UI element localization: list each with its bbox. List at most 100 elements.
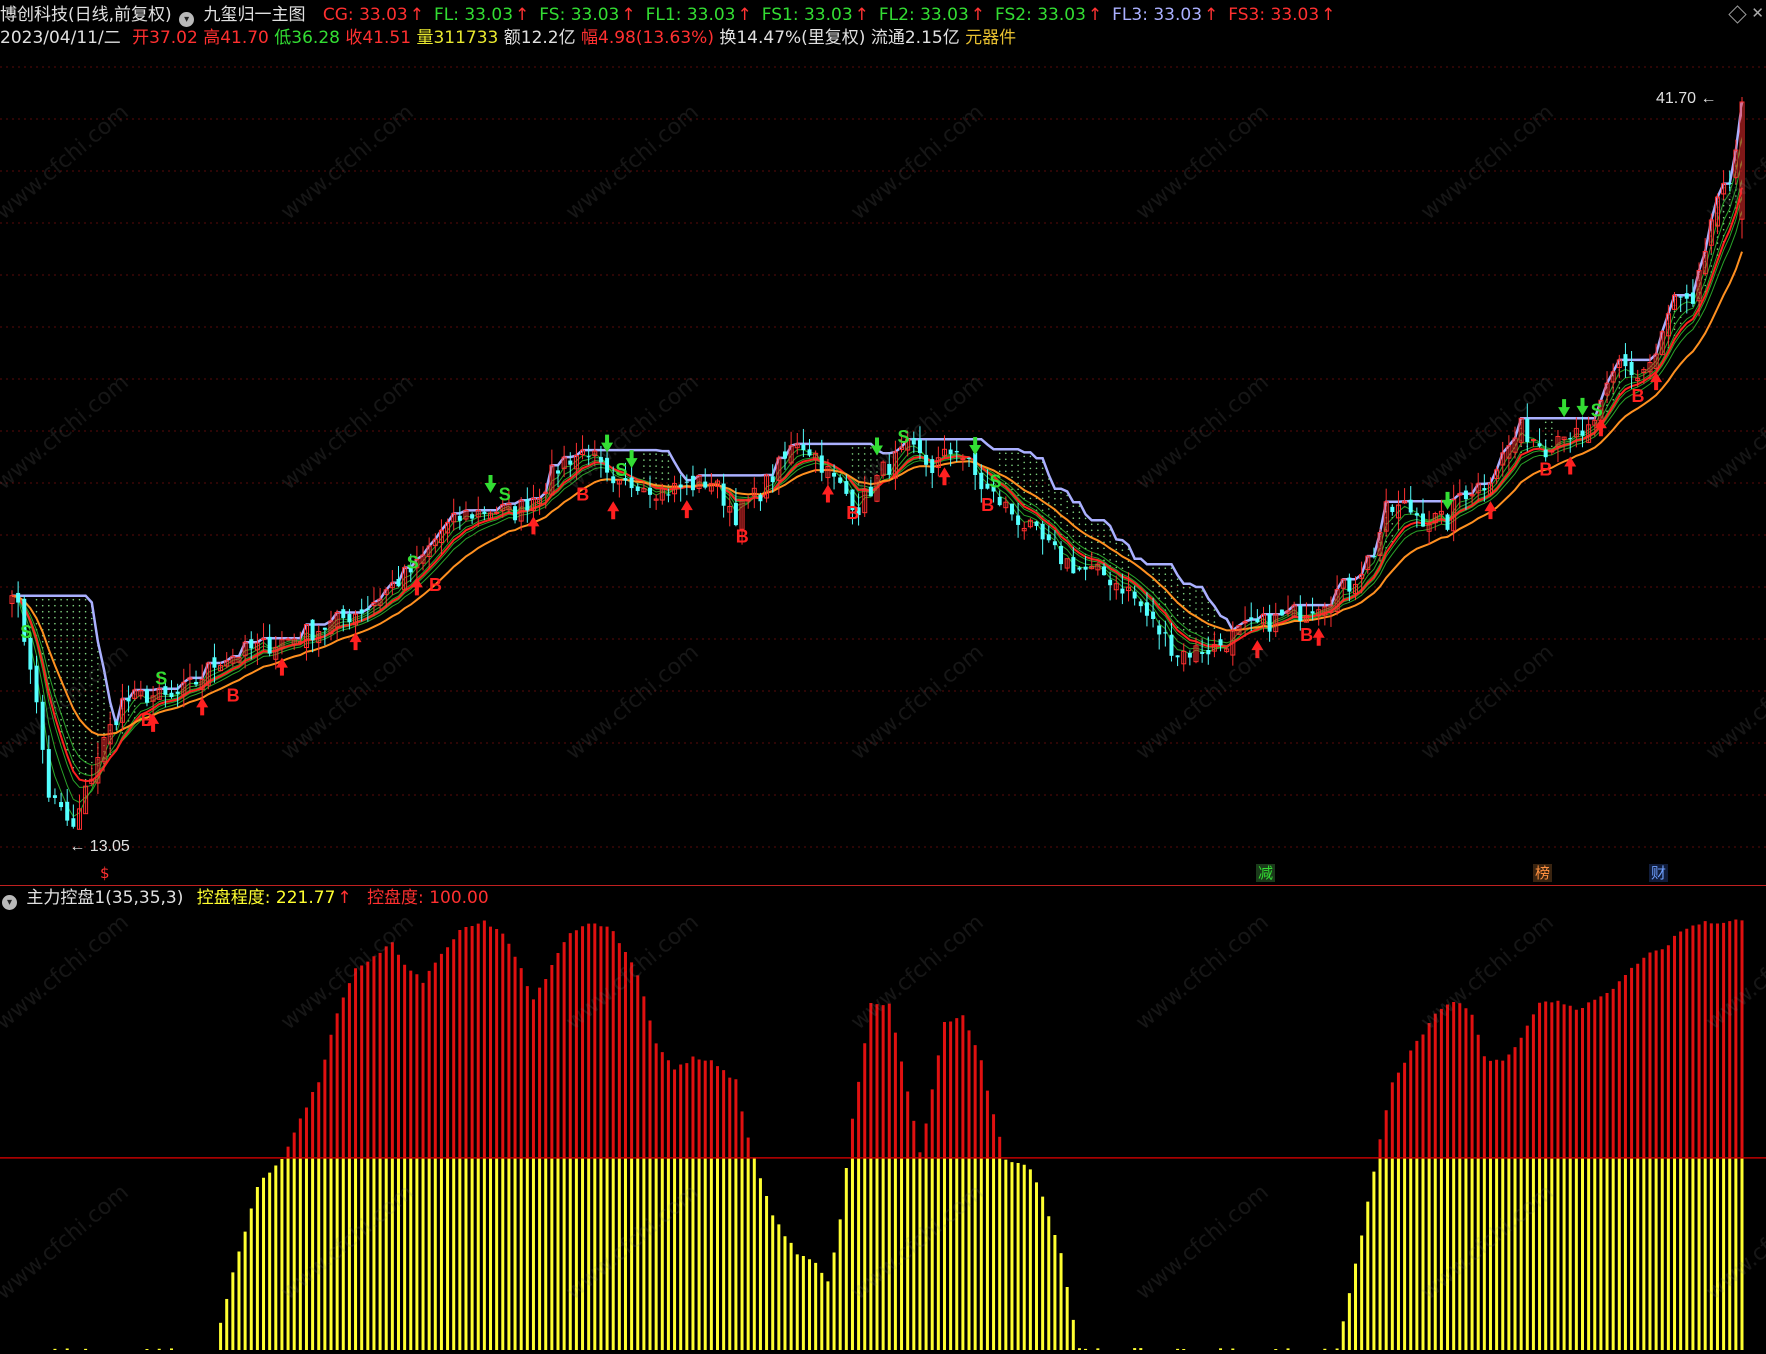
formula-dropdown-icon[interactable]: ▾ <box>179 12 195 27</box>
ribbon-dot <box>84 694 87 697</box>
ribbon-dot <box>1201 638 1203 640</box>
candle-body <box>1077 567 1082 570</box>
ribbon-dot <box>1078 511 1081 513</box>
ribbon-dot <box>1176 608 1179 610</box>
ribbon-dot <box>1391 523 1394 525</box>
candle-body <box>924 454 929 465</box>
ribbon-dot <box>1090 523 1093 526</box>
candle-body <box>917 439 922 454</box>
event-marker-reduce[interactable]: 减 <box>1256 864 1276 882</box>
ribbon-dot <box>72 682 75 685</box>
ribbon-dot <box>649 453 651 455</box>
ribbon-dot <box>91 671 93 674</box>
ribbon-dot <box>97 675 99 677</box>
ribbon-dot <box>1189 586 1191 589</box>
formula-name[interactable]: 九玺归一主图 <box>203 5 305 25</box>
event-marker-dollar[interactable]: $ <box>98 864 112 882</box>
panel-divider[interactable] <box>0 885 1766 886</box>
ribbon-dot <box>1189 622 1191 625</box>
ribbon-dot <box>54 604 56 607</box>
candle-body <box>59 802 64 808</box>
ribbon-dot <box>84 670 87 673</box>
ribbon-dot <box>870 471 872 473</box>
open-value: 37.02 <box>149 28 198 48</box>
ribbon-dot <box>1551 439 1553 442</box>
candle-body <box>887 463 892 475</box>
low-label: 低 <box>274 28 292 48</box>
candle-body <box>1138 601 1143 607</box>
sub-panel-name[interactable]: 主力控盘1(35,35,3) <box>26 888 183 908</box>
ribbon-dot <box>1152 585 1154 587</box>
candle-body <box>285 638 291 641</box>
header-bar: 博创科技(日线,前复权) ▾ 九玺归一主图 CG: 33.03 ↑ FL: 33.0… <box>0 4 1345 27</box>
ribbon-dot <box>1029 485 1032 488</box>
up-arrow-icon <box>1251 640 1264 659</box>
candle-body <box>1530 439 1536 442</box>
ribbon-dot <box>1195 590 1197 592</box>
ribbon-dot <box>1728 210 1731 213</box>
ribbon-dot <box>1041 497 1044 500</box>
event-marker-rank[interactable]: 榜 <box>1533 864 1553 882</box>
ribbon-dot <box>1207 625 1210 628</box>
down-arrow-icon <box>625 450 638 469</box>
ribbon-dot <box>643 453 645 455</box>
candle-body <box>1040 523 1045 540</box>
candle-body <box>194 681 199 685</box>
ribbon-dot <box>91 737 93 740</box>
candle-body <box>365 608 370 610</box>
up-arrow-icon: ↑ <box>854 5 869 25</box>
sector-link[interactable]: 元器件 <box>965 28 1016 48</box>
ribbon-dot <box>66 724 68 727</box>
ribbon-dot <box>66 688 68 691</box>
ribbon-dot <box>1109 541 1111 543</box>
ribbon-dot <box>60 628 62 631</box>
stock-title[interactable]: 博创科技(日线,前复权) <box>0 5 172 25</box>
ribbon-dot <box>1722 216 1725 219</box>
ribbon-dot <box>1170 579 1173 581</box>
up-arrow-icon <box>410 577 423 596</box>
ribbon-dot <box>1551 445 1553 448</box>
ribbon-dot <box>1213 627 1216 629</box>
ribbon-dot <box>1170 591 1173 593</box>
ribbon-dot <box>35 604 38 607</box>
ribbon-dot <box>1213 615 1216 617</box>
ribbon-dot <box>1176 584 1179 586</box>
close-icon[interactable]: ✕ <box>1751 4 1764 22</box>
ribbon-dot <box>1060 503 1062 506</box>
ribbon-dot <box>1060 521 1062 524</box>
settings-diamond-icon[interactable] <box>1728 5 1747 24</box>
candle-body <box>678 484 683 488</box>
candle-body <box>844 481 849 494</box>
ribbon-dot <box>857 459 860 461</box>
candle-body <box>1727 183 1732 185</box>
ribbon-dot <box>97 657 99 659</box>
candle-body <box>1482 488 1487 491</box>
ribbon-dot <box>1195 596 1197 598</box>
ribbon-dot <box>97 681 99 683</box>
candle-body <box>1390 506 1395 512</box>
candle-body <box>629 477 634 489</box>
ribbon-dot <box>1066 524 1068 527</box>
indicator-8: FS3: 33.03 <box>1228 5 1320 25</box>
candle-body <box>555 470 560 474</box>
sub-dropdown-icon[interactable]: ▾ <box>2 895 17 910</box>
ribbon-dot <box>1054 503 1056 506</box>
ribbon-dot <box>1722 210 1725 213</box>
buy-signal-b: B <box>1300 625 1313 645</box>
control-bar-chart[interactable] <box>0 912 1766 1354</box>
ribbon-dot <box>1041 509 1044 512</box>
down-arrow-icon <box>1558 399 1571 418</box>
ribbon-dot <box>84 712 87 715</box>
event-marker-finance[interactable]: 财 <box>1649 864 1669 882</box>
main-candlestick-chart[interactable]: BBBBBB BBBBSSSSSSSS41.70 ←← 13.05 <box>0 52 1766 885</box>
ribbon-dot <box>1029 461 1032 464</box>
buy-signal-b: B <box>981 495 994 515</box>
ribbon-dot <box>78 658 81 661</box>
candle-body <box>1678 296 1683 298</box>
ribbon-dot <box>1679 322 1682 325</box>
ribbon-dot <box>78 664 81 667</box>
ribbon-dot <box>1195 602 1197 604</box>
ribbon-dot <box>84 622 87 625</box>
sub-label-control-degree: 控盘程度: 221.77 <box>196 888 336 908</box>
buy-signal-b: B <box>429 575 442 595</box>
